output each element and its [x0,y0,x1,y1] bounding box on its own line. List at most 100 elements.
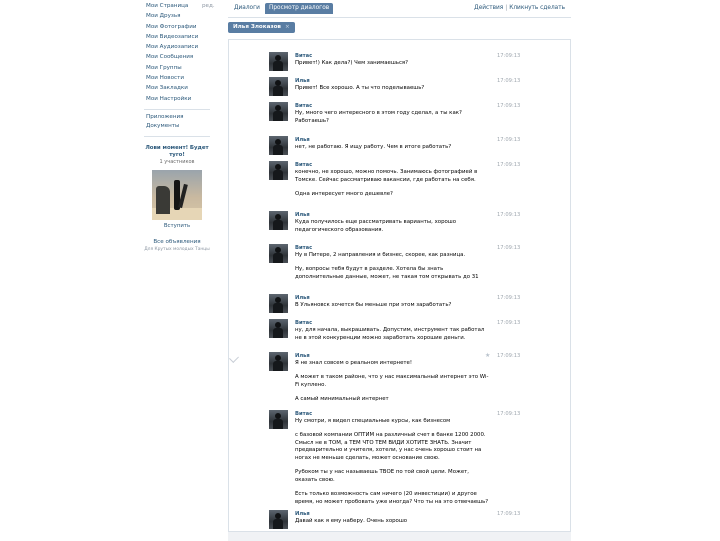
sidebar-item-groups[interactable]: Мои Группы [144,63,218,73]
avatar[interactable] [269,211,288,230]
message-time: 17:09:13 [497,295,521,301]
avatar[interactable] [269,410,288,429]
left-sidebar: Мои Страница ред. Мои Друзья Мои Фотограф… [144,0,218,540]
avatar[interactable] [269,510,288,529]
filter-label: Илья Злоказов [233,24,281,30]
all-ads-link[interactable]: Все объявления [144,238,210,246]
avatar[interactable] [269,136,288,155]
avatar[interactable] [269,244,288,263]
message-paragraph: Есть только возможность сам ничего (20 и… [295,490,489,505]
message-paragraph: Ну смотри, я видел специальные курсы, ка… [295,418,451,424]
sidebar-divider [144,108,210,110]
message-paragraph: Ну, много чего интересного в этом году с… [295,110,462,124]
avatar[interactable] [269,77,288,96]
message-author[interactable]: Илья [295,136,310,144]
message-text: Куда получилось еще рассматривать вариан… [295,219,491,234]
message-time: 17:09:13 [497,53,521,59]
ad-caption: Для Крутых молодых Танцы [144,246,210,252]
sidebar-item-photos[interactable]: Мои Фотографии [144,22,218,32]
ad-join-link[interactable]: Вступить [144,223,210,230]
important-star-icon[interactable]: ★ [485,352,490,360]
sidebar-item-my-page[interactable]: Мои Страница ред. [144,1,218,11]
message-author[interactable]: Илья [295,352,310,360]
message-author[interactable]: Илья [295,294,310,302]
tab-view-dialogs[interactable]: Просмотр диалогов [265,3,334,14]
message-author[interactable]: Илья [295,77,310,85]
sidebar-item-bookmarks[interactable]: Мои Закладки [144,83,218,93]
sidebar-ad: Лови момент! Будет туго! 1 участников Вс… [144,145,210,254]
tab-separator: | [505,5,508,11]
close-icon[interactable]: × [285,24,290,30]
tab-dialogs[interactable]: Диалоги [230,3,264,14]
actions-link[interactable]: Действия [474,5,503,11]
message-time: 17:09:13 [497,137,521,143]
message-paragraph: А может в таком районе, что у нас максим… [295,374,489,388]
companion-filter-chip[interactable]: Илья Злоказов × [228,22,295,33]
sidebar-link-apps[interactable]: Приложения [144,113,218,122]
message-time: 17:09:13 [497,162,521,168]
message-paragraph: конечно, не хорошо, можно помочь. Занима… [295,169,478,183]
ad-title[interactable]: Лови момент! Будет туго! [144,145,210,159]
sidebar-item-messages[interactable]: Мои Сообщения [144,52,218,62]
avatar[interactable] [269,161,288,180]
message-time: 17:09:13 [497,411,521,417]
message-time: 17:09:13 [497,320,521,326]
ad-image[interactable] [152,169,202,220]
tab-bar: Диалоги Просмотр диалогов Действия | Кликн… [228,0,571,18]
message-text: ну, для начала, выкрашивать. Допустим, и… [295,327,491,342]
sidebar-item-settings[interactable]: Мои Настройки [144,94,218,104]
message-time: 17:09:13 [497,212,521,218]
sidebar-divider [144,135,210,137]
message-paragraph: Привет!) Как дела?) Чем занимаешься? [295,60,409,66]
avatar[interactable] [269,352,288,371]
message-text: Ну смотри, я видел специальные курсы, ка… [295,418,491,506]
avatar[interactable] [269,294,288,313]
message-text: Я не знал совсем о реальном интернете! А … [295,360,491,404]
ad-members: 1 участников [159,158,195,165]
message-paragraph: Одна интересует много дешевле? [295,190,393,197]
message-time: 17:09:13 [497,78,521,84]
message-paragraph: с базовой компании ОПТИМ на различный сч… [295,432,486,461]
message-paragraph: В Ульяновск хочется бы меньше при этом з… [295,302,452,308]
message-author[interactable]: Витас [295,161,312,169]
sidebar-item-friends[interactable]: Мои Друзья [144,11,218,21]
avatar[interactable] [269,102,288,121]
message-author[interactable]: Витас [295,102,312,110]
message-author[interactable]: Витас [295,319,312,327]
message-author[interactable]: Витас [295,244,312,252]
main-panel: Диалоги Просмотр диалогов Действия | Кликн… [228,0,571,541]
message-paragraph: нет, не работаю. Я ищу работу. Чем в ито… [295,144,452,150]
message-time: 17:09:13 [497,353,521,359]
message-time: 17:09:13 [497,103,521,109]
message-author[interactable]: Илья [295,211,310,219]
message-text: Привет! Все хорошо. А ты что поделываешь… [295,85,491,93]
message-paragraph: Ну, вопросы тебя будут в разделе. Хотела… [295,266,479,280]
message-text: нет, не работаю. Я ищу работу. Чем в ито… [295,144,491,152]
message-text: Ну в Питере, 2 направления и бизнес, ско… [295,252,491,281]
message-paragraph: ну, для начала, выкрашивать. Допустим, и… [295,327,485,341]
message-text: В Ульяновск хочется бы меньше при этом з… [295,302,491,310]
avatar[interactable] [269,52,288,71]
message-author[interactable]: Илья [295,510,310,518]
sidebar-item-news[interactable]: Мои Новости [144,73,218,83]
message-time: 17:09:13 [497,511,521,517]
message-paragraph: Ну в Питере, 2 направления и бизнес, ско… [295,252,466,258]
companion-link[interactable]: Кликнуть сделать [509,5,565,11]
sidebar-item-audio[interactable]: Мои Аудиозаписи [144,42,218,52]
message-time: 17:09:13 [497,245,521,251]
select-check-icon[interactable] [229,353,239,363]
sidebar-link-documents[interactable]: Документы [144,122,218,131]
sidebar-item-videos[interactable]: Мои Видеозаписи [144,32,218,42]
message-author[interactable]: Витас [295,52,312,60]
message-paragraph: Привет! Все хорошо. А ты что поделываешь… [295,85,425,91]
avatar[interactable] [269,319,288,338]
message-text: Ну, много чего интересного в этом году с… [295,110,491,125]
message-author[interactable]: Витас [295,410,312,418]
message-paragraph: Рубоком ты у нас называешь ТВОЕ по той с… [295,469,470,483]
message-text: конечно, не хорошо, можно помочь. Занима… [295,169,491,198]
tab-actions-group: Действия | Кликнуть сделать [474,3,565,14]
message-paragraph: Я не знал совсем о реальном интернете! [295,360,413,366]
edit-link[interactable]: ред. [202,1,215,11]
message-text: Привет!) Как дела?) Чем занимаешься? [295,60,491,68]
message-paragraph: Давай как я ему наберу. Очень хорошо [295,518,408,524]
